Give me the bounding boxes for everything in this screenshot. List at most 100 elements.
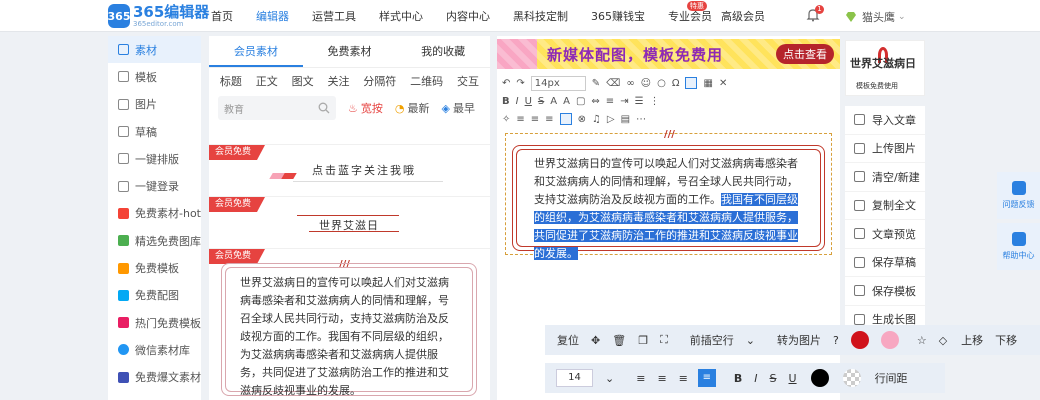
more-icon[interactable]: ⋯ bbox=[636, 114, 646, 125]
underline-icon[interactable]: U bbox=[525, 96, 532, 107]
magic-icon[interactable]: ✧ bbox=[502, 114, 510, 125]
sidebar-item-free-template[interactable]: 免费模板 bbox=[108, 254, 201, 281]
sort-hot[interactable]: ♨ 宽按 bbox=[348, 100, 383, 116]
layout-icon[interactable]: ▤ bbox=[621, 114, 630, 125]
copy-block-icon[interactable]: ❐ bbox=[638, 334, 648, 347]
emoji-icon[interactable]: ☺ bbox=[641, 78, 651, 89]
nav-home[interactable]: 首页 bbox=[211, 8, 233, 24]
italic-icon[interactable]: I bbox=[516, 96, 519, 107]
insert-before-button[interactable]: 前插空行 bbox=[690, 332, 734, 348]
sort-newest[interactable]: ◔ 最新 bbox=[395, 100, 430, 116]
list-icon[interactable]: ☰ bbox=[635, 96, 644, 107]
sidebar-item-draft[interactable]: 草稿 bbox=[108, 118, 201, 145]
text-box-icon[interactable] bbox=[685, 77, 698, 89]
logo[interactable]: 365 365编辑器 365editor.com bbox=[108, 4, 209, 28]
nav-content-center[interactable]: 内容中心 bbox=[446, 8, 490, 24]
align-left-icon[interactable]: ≡ bbox=[516, 114, 524, 125]
clear-format-icon[interactable]: ⌫ bbox=[606, 78, 620, 89]
user-menu[interactable]: 猫头鹰 ⌄ bbox=[845, 9, 906, 25]
help-icon[interactable]: ? bbox=[833, 334, 839, 347]
reset-button[interactable]: 复位 bbox=[557, 332, 579, 348]
search-icon[interactable] bbox=[318, 102, 330, 114]
font-size-select[interactable]: 14px bbox=[530, 75, 586, 91]
help-center-button[interactable]: 帮助中心 bbox=[997, 223, 1040, 270]
import-article-button[interactable]: 导入文章 bbox=[845, 106, 925, 135]
align-justify-icon[interactable] bbox=[559, 113, 572, 125]
border-icon[interactable]: ▢ bbox=[576, 96, 585, 107]
sidebar-item-article[interactable]: 免费爆文素材 bbox=[108, 364, 201, 391]
tab-free-material[interactable]: 免费素材 bbox=[303, 36, 397, 67]
move-up-button[interactable]: 上移 bbox=[961, 332, 983, 348]
align-left-icon[interactable]: ≡ bbox=[636, 372, 645, 385]
sidebar-item-template[interactable]: 模板 bbox=[108, 63, 201, 90]
move-down-button[interactable]: 下移 bbox=[995, 332, 1017, 348]
indent-icon[interactable]: ⇥ bbox=[620, 96, 628, 107]
nav-ops-tools[interactable]: 运营工具 bbox=[312, 8, 356, 24]
promo-banner[interactable]: 新媒体配图，模板免费用 点击查看 bbox=[497, 39, 840, 69]
sidebar-item-wechat[interactable]: 微信素材库 bbox=[108, 336, 201, 363]
sidebar-item-free-image[interactable]: 免费配图 bbox=[108, 282, 201, 309]
banner-button[interactable]: 点击查看 bbox=[776, 44, 834, 64]
select-icon[interactable]: ⛶ bbox=[660, 333, 668, 347]
move-icon[interactable]: ✥ bbox=[591, 334, 600, 347]
category-image-text[interactable]: 图文 bbox=[292, 73, 314, 89]
letter-spacing-icon[interactable]: ⇔ bbox=[591, 96, 599, 107]
omega-icon[interactable]: Ω bbox=[672, 78, 680, 89]
undo-icon[interactable]: ↶ bbox=[502, 78, 510, 89]
color-swatch-black[interactable] bbox=[810, 369, 829, 387]
category-interactive[interactable]: 交互 bbox=[457, 73, 479, 89]
format-brush-icon[interactable]: ✎ bbox=[592, 78, 600, 89]
font-size-input[interactable]: 14 bbox=[556, 369, 593, 387]
sidebar-item-image[interactable]: 图片 bbox=[108, 91, 201, 118]
circle-icon[interactable]: ○ bbox=[657, 78, 666, 89]
sidebar-item-material[interactable]: 素材 bbox=[108, 36, 201, 64]
bold-icon[interactable]: B bbox=[502, 96, 510, 107]
copy-all-button[interactable]: 复制全文 bbox=[845, 191, 925, 220]
category-qrcode[interactable]: 二维码 bbox=[410, 73, 443, 89]
bell-icon[interactable]: 1 bbox=[806, 5, 824, 22]
strikethrough-icon[interactable]: S bbox=[538, 96, 544, 107]
sidebar-item-gallery[interactable]: 精选免费图库 bbox=[108, 227, 201, 254]
clear-new-button[interactable]: 清空/新建 bbox=[845, 163, 925, 192]
ordered-list-icon[interactable]: ⋮ bbox=[650, 96, 660, 107]
nav-custom[interactable]: 黑科技定制 bbox=[513, 8, 568, 24]
sidebar-item-login[interactable]: 一键登录 bbox=[108, 172, 201, 199]
align-right-icon[interactable]: ≡ bbox=[679, 372, 688, 385]
feedback-button[interactable]: 问题反馈 bbox=[997, 172, 1040, 219]
transparent-color-icon[interactable] bbox=[842, 369, 861, 387]
clear-icon[interactable]: ✕ bbox=[719, 78, 727, 89]
sort-oldest[interactable]: ◈ 最早 bbox=[441, 100, 474, 116]
tab-favorites[interactable]: 我的收藏 bbox=[396, 36, 490, 67]
material-card-body[interactable]: 会员免费 /// 世界艾滋病日的宣传可以唤起人们对艾滋病病毒感染者和艾滋病病人的… bbox=[209, 248, 490, 398]
align-center-icon[interactable]: ≡ bbox=[657, 372, 666, 385]
sidebar-item-hot-template[interactable]: 热门免费模板 bbox=[108, 309, 201, 336]
underline-button[interactable]: U bbox=[789, 372, 797, 385]
editor-text[interactable]: 世界艾滋病日的宣传可以唤起人们对艾滋病病毒感染者和艾滋病病人的同情和理解，号召全… bbox=[516, 149, 821, 260]
save-template-button[interactable]: 保存模板 bbox=[845, 277, 925, 306]
delete-icon[interactable]: 🗑 bbox=[612, 334, 626, 347]
image-insert-icon[interactable]: ⊗ bbox=[578, 114, 586, 125]
preview-button[interactable]: 文章预览 bbox=[845, 220, 925, 249]
category-divider[interactable]: 分隔符 bbox=[363, 73, 396, 89]
align-justify-icon[interactable]: ≡ bbox=[697, 369, 716, 387]
strike-button[interactable]: S bbox=[770, 372, 777, 385]
sidebar-item-layout[interactable]: 一键排版 bbox=[108, 145, 201, 172]
eraser-icon[interactable]: ◇ bbox=[939, 334, 947, 347]
table-icon[interactable]: ▦ bbox=[703, 78, 712, 89]
nav-style-center[interactable]: 样式中心 bbox=[379, 8, 423, 24]
line-height-icon[interactable]: ≡ bbox=[606, 96, 614, 107]
category-follow[interactable]: 关注 bbox=[327, 73, 349, 89]
nav-editor[interactable]: 编辑器 bbox=[256, 8, 289, 24]
template-thumbnail[interactable]: 世界艾滋病日 模板免费使用 bbox=[845, 40, 925, 96]
line-spacing-button[interactable]: 行间距 bbox=[875, 370, 908, 386]
italic-button[interactable]: I bbox=[754, 372, 757, 385]
bold-button[interactable]: B bbox=[734, 372, 742, 385]
tab-member-material[interactable]: 会员素材 bbox=[209, 36, 303, 67]
font-color-icon[interactable]: A bbox=[550, 96, 557, 107]
editor-canvas[interactable]: /// 世界艾滋病日的宣传可以唤起人们对艾滋病病毒感染者和艾滋病病人的同情和理解… bbox=[505, 129, 832, 260]
chevron-down-icon[interactable]: ⌄ bbox=[605, 372, 614, 385]
nav-premium-member[interactable]: 高级会员 bbox=[721, 8, 765, 24]
align-center-icon[interactable]: ≡ bbox=[531, 114, 539, 125]
link-icon[interactable]: ∞ bbox=[626, 78, 634, 89]
music-icon[interactable]: ♫ bbox=[592, 114, 601, 125]
